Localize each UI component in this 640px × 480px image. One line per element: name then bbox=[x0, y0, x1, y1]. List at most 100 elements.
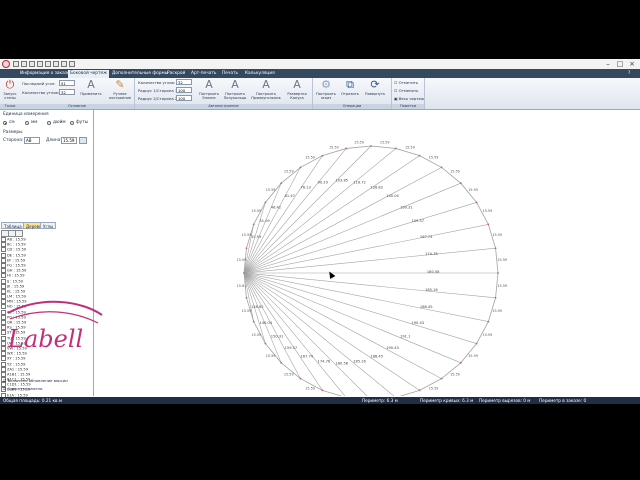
tab-art-print[interactable]: Арт-печать bbox=[191, 70, 216, 78]
vertex-point[interactable] bbox=[487, 320, 490, 323]
help-icon[interactable]: ? bbox=[628, 70, 630, 78]
settings-icon[interactable] bbox=[61, 61, 67, 67]
angle-qty-input[interactable]: 32 bbox=[176, 79, 192, 85]
open-file-icon[interactable] bbox=[21, 61, 27, 67]
print-icon[interactable] bbox=[37, 61, 43, 67]
chord-length-label: 174.76 bbox=[318, 360, 331, 364]
customize-icon[interactable] bbox=[69, 61, 75, 67]
maximize-button[interactable]: □ bbox=[614, 59, 626, 69]
vertex-point[interactable] bbox=[494, 296, 497, 299]
unit-inch-radio[interactable] bbox=[47, 121, 51, 125]
mirror-button[interactable]: ⧉ Отразить bbox=[339, 79, 361, 97]
radius1-input[interactable]: 100 bbox=[176, 87, 192, 93]
chord-line[interactable] bbox=[243, 167, 301, 274]
unmark-label: Отменить bbox=[398, 88, 419, 93]
vertex-point[interactable] bbox=[487, 223, 490, 226]
vertex-point[interactable] bbox=[280, 182, 283, 185]
redo-icon[interactable] bbox=[53, 61, 59, 67]
cone-unfold-button[interactable]: A Развертка Конуса bbox=[285, 79, 309, 101]
undo-icon[interactable] bbox=[45, 61, 51, 67]
vertex-point[interactable] bbox=[299, 377, 302, 380]
whole-drawing-button[interactable]: ▣ Весь чертеж bbox=[394, 96, 424, 101]
app-logo-icon[interactable] bbox=[2, 60, 10, 68]
vertex-point[interactable] bbox=[264, 342, 267, 345]
vertex-point[interactable] bbox=[475, 342, 478, 345]
cone-unfold-label: Развертка Конуса bbox=[287, 92, 307, 100]
vertex-point[interactable] bbox=[245, 247, 248, 250]
tab-cutting[interactable]: Раскрой bbox=[167, 70, 185, 78]
vertex-point[interactable] bbox=[299, 166, 302, 169]
length-apply-button[interactable] bbox=[79, 137, 87, 144]
vertex-point[interactable] bbox=[345, 147, 348, 150]
chord-line[interactable] bbox=[243, 272, 372, 401]
option-update-checkbox[interactable]: ☑ Включено обновление версии bbox=[3, 378, 68, 383]
unit-mm-radio[interactable] bbox=[25, 121, 29, 125]
chord-line[interactable] bbox=[243, 272, 496, 299]
ribbon-tabs: Информация о заказе Боковой чертеж Допол… bbox=[0, 69, 640, 78]
angle-count-input[interactable]: 32 bbox=[59, 89, 75, 95]
drawing-svg[interactable]: 15.5931.0946.4261.4776.1390.29 103.85 116.… bbox=[94, 110, 640, 404]
unit-feet-radio[interactable] bbox=[70, 121, 74, 125]
tab-extra-forms[interactable]: Дополнительные формы bbox=[112, 70, 168, 78]
minimize-button[interactable]: – bbox=[602, 59, 614, 69]
chord-line[interactable] bbox=[243, 272, 461, 364]
side-length-label: 15.59 bbox=[284, 372, 294, 376]
vertex-point[interactable] bbox=[245, 296, 248, 299]
vertex-point[interactable] bbox=[321, 154, 324, 157]
tab-order-info[interactable]: Информация о заказе bbox=[20, 70, 70, 78]
vertex-point[interactable] bbox=[321, 389, 324, 392]
tab-angles[interactable]: Углы bbox=[40, 222, 57, 229]
new-file-icon[interactable] bbox=[13, 61, 19, 67]
list-tool-icon-3[interactable] bbox=[15, 230, 23, 237]
vertex-point[interactable] bbox=[494, 247, 497, 250]
side-input[interactable]: AB bbox=[24, 137, 40, 144]
build-ellipse-button[interactable]: A Построить Эллипс bbox=[198, 79, 220, 101]
vertex-point[interactable] bbox=[418, 154, 421, 157]
list-item-label: BC : 15.59 bbox=[7, 242, 26, 247]
vertex-point[interactable] bbox=[475, 201, 478, 204]
chord-line[interactable] bbox=[243, 272, 301, 379]
vertex-point[interactable] bbox=[418, 389, 421, 392]
chord-line[interactable] bbox=[243, 272, 396, 398]
build-semicircle-button[interactable]: A Построить Полукольцо bbox=[223, 79, 247, 101]
unit-cm-radio[interactable] bbox=[3, 121, 7, 125]
tab-print[interactable]: Печать bbox=[222, 70, 238, 78]
vertex-point[interactable] bbox=[243, 272, 245, 274]
mark-button[interactable]: ☐ Отметить bbox=[394, 80, 418, 85]
last-angle-input[interactable]: 51 bbox=[59, 80, 75, 86]
vertex-point[interactable] bbox=[459, 182, 462, 185]
chord-line[interactable] bbox=[243, 272, 282, 363]
chord-line[interactable] bbox=[243, 182, 461, 274]
build-rectangle-button[interactable]: A Построить Прямоугольник bbox=[250, 79, 282, 101]
drawing-canvas[interactable]: 15.59 31.09 46.42 61.47 76.13 90.29 103.85 116.… bbox=[94, 110, 640, 404]
vertex-point[interactable] bbox=[394, 147, 397, 150]
vertex-point[interactable] bbox=[252, 320, 255, 323]
vertex-point[interactable] bbox=[497, 272, 499, 274]
close-button[interactable]: × bbox=[626, 59, 638, 69]
vertex-point[interactable] bbox=[459, 361, 462, 364]
vertex-point[interactable] bbox=[264, 201, 267, 204]
vertex-point[interactable] bbox=[370, 145, 372, 147]
chord-line[interactable] bbox=[243, 247, 496, 274]
tab-calculation[interactable]: Калькуляция bbox=[245, 70, 275, 78]
manual-build-button[interactable]: ✎ Ручное построение bbox=[107, 79, 133, 101]
chord-line[interactable] bbox=[243, 183, 282, 274]
vertex-point[interactable] bbox=[252, 223, 255, 226]
status-perimeter: Периметр: 6.3 м bbox=[362, 398, 398, 403]
chord-line[interactable] bbox=[243, 148, 396, 274]
apply-button[interactable]: A Применить bbox=[80, 79, 102, 97]
wall-start-button[interactable]: ⏻ Запуск стены bbox=[2, 79, 18, 101]
vertex-point[interactable] bbox=[440, 377, 443, 380]
radius2-input[interactable]: 100 bbox=[176, 95, 192, 101]
unmark-button[interactable]: ☐ Отменить bbox=[394, 88, 418, 93]
tab-side-drawing[interactable]: Боковой чертеж bbox=[68, 70, 110, 78]
tab-table[interactable]: Таблица bbox=[1, 222, 25, 229]
build-sketch-button[interactable]: ⚙ Построить эскиз bbox=[315, 79, 337, 101]
length-input[interactable]: 15.59 bbox=[61, 137, 77, 144]
build-sketch-label: Построить эскиз bbox=[316, 92, 336, 100]
option-move-checkbox[interactable]: ☑ Сдвинуть панели bbox=[3, 386, 43, 391]
vertex-point[interactable] bbox=[280, 361, 283, 364]
save-icon[interactable] bbox=[29, 61, 35, 67]
rotate-button[interactable]: ⟳ Повернуть bbox=[363, 79, 387, 97]
vertex-point[interactable] bbox=[440, 166, 443, 169]
